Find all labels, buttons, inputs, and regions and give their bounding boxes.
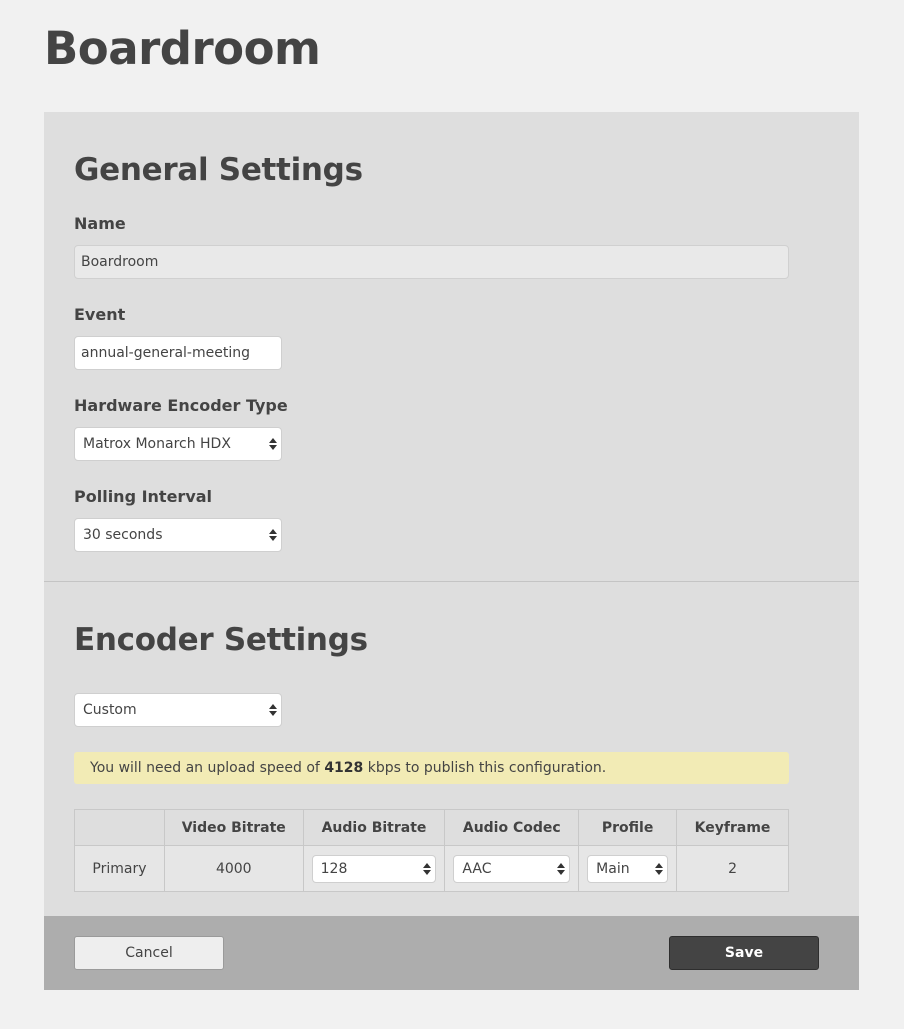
- name-field[interactable]: Boardroom: [74, 245, 789, 279]
- audio-codec-select[interactable]: AAC: [453, 854, 571, 883]
- encoder-preset-value: Custom: [83, 702, 137, 718]
- settings-panel: General Settings Name Boardroom Event an…: [44, 112, 859, 990]
- column-header-profile: Profile: [578, 809, 678, 846]
- name-label: Name: [74, 214, 126, 233]
- keyframe-value: 2: [676, 845, 789, 892]
- column-header-video-bitrate: Video Bitrate: [163, 809, 304, 846]
- polling-interval-label: Polling Interval: [74, 487, 213, 506]
- audio-codec-cell: AAC: [444, 845, 580, 892]
- page-title: Boardroom: [44, 22, 321, 75]
- table-header-row: Video Bitrate Audio Bitrate Audio Codec …: [74, 809, 789, 846]
- encoder-type-value: Matrox Monarch HDX: [83, 436, 231, 452]
- select-arrows-icon: [557, 862, 566, 875]
- polling-interval-select[interactable]: 30 seconds: [74, 518, 282, 552]
- encoder-type-select[interactable]: Matrox Monarch HDX: [74, 427, 282, 461]
- notice-text-before: You will need an upload speed of: [90, 760, 320, 776]
- audio-bitrate-select[interactable]: 128: [311, 854, 437, 883]
- encoder-settings-title: Encoder Settings: [74, 622, 368, 658]
- profile-value: Main: [596, 860, 630, 877]
- upload-speed-value: 4128: [324, 760, 364, 776]
- audio-bitrate-value: 128: [320, 860, 348, 877]
- row-name: Primary: [74, 845, 165, 892]
- event-field[interactable]: annual-general-meeting: [74, 336, 282, 370]
- audio-bitrate-cell: 128: [302, 845, 446, 892]
- encoder-table: Video Bitrate Audio Bitrate Audio Codec …: [74, 809, 789, 892]
- encoder-preset-select[interactable]: Custom: [74, 693, 282, 727]
- encoder-settings-section: Encoder Settings Custom You will need an…: [44, 582, 859, 916]
- column-header-audio-bitrate: Audio Bitrate: [302, 809, 446, 846]
- select-arrows-icon: [423, 862, 432, 875]
- column-header: [74, 809, 165, 846]
- encoder-type-label: Hardware Encoder Type: [74, 396, 288, 415]
- general-settings-section: General Settings Name Boardroom Event an…: [44, 112, 859, 582]
- polling-interval-value: 30 seconds: [83, 527, 163, 543]
- form-footer: Cancel Save: [44, 916, 859, 990]
- event-label: Event: [74, 305, 126, 324]
- select-arrows-icon: [655, 862, 664, 875]
- audio-codec-value: AAC: [462, 860, 492, 877]
- select-arrows-icon: [269, 438, 277, 450]
- video-bitrate-value: 4000: [163, 845, 304, 892]
- general-settings-title: General Settings: [74, 152, 363, 188]
- profile-select[interactable]: Main: [587, 854, 669, 883]
- column-header-keyframe: Keyframe: [676, 809, 789, 846]
- notice-text-after: kbps to publish this configuration.: [367, 760, 607, 776]
- upload-speed-notice: You will need an upload speed of 4128 kb…: [74, 752, 789, 784]
- select-arrows-icon: [269, 529, 277, 541]
- table-row: Primary 4000 128 AAC Main 2: [74, 845, 789, 892]
- select-arrows-icon: [269, 704, 277, 716]
- save-button[interactable]: Save: [669, 936, 819, 970]
- column-header-audio-codec: Audio Codec: [444, 809, 580, 846]
- profile-cell: Main: [578, 845, 678, 892]
- cancel-button[interactable]: Cancel: [74, 936, 224, 970]
